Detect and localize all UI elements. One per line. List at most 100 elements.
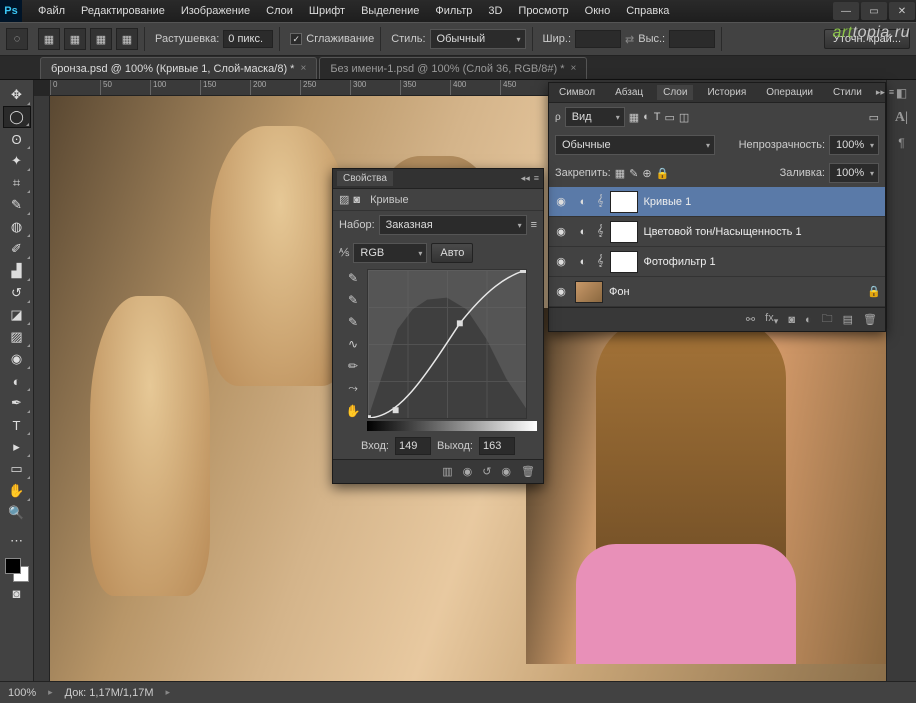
curves-smooth-icon[interactable]: ⤳ [348,381,358,396]
menu-view[interactable]: Просмотр [510,0,576,22]
crop-tool[interactable]: ⌗ [3,172,31,194]
menu-layers[interactable]: Слои [258,0,301,22]
layers-panel[interactable]: Символ Абзац Слои История Операции Стили… [548,82,886,332]
color-panel-icon[interactable]: ◧ [896,86,907,100]
dodge-tool[interactable]: ◐ [3,370,31,392]
filter-smart-icon[interactable]: ◫ [679,111,689,124]
layer-row[interactable]: ◉ ◐ 𝄞 Цветовой тон/Насыщенность 1 [549,217,885,247]
layer-row[interactable]: ◉ ◐ 𝄞 Кривые 1 [549,187,885,217]
doc-tab-2[interactable]: Без имени-1.psd @ 100% (Слой 36, RGB/8#)… [319,57,587,79]
lasso-tool[interactable]: ʘ [3,128,31,150]
collapse-icon[interactable]: ▸▸ [876,87,885,98]
layer-fx-icon[interactable]: fx▾ [765,312,778,327]
tab-history[interactable]: История [701,85,752,100]
new-group-icon[interactable]: 🗀 [822,310,833,329]
eyedropper-white-icon[interactable]: ✎ [348,315,358,329]
delete-adjustment-icon[interactable]: 🗑 [521,465,535,478]
panel-menu-icon[interactable]: ≡ [889,87,894,98]
close-icon[interactable]: × [571,63,577,74]
eyedropper-tool[interactable]: ✎ [3,194,31,216]
swap-icon[interactable]: ⇄ [625,33,634,46]
chevron-right-icon[interactable]: ▸ [48,687,53,698]
clip-to-layer-icon[interactable]: ▥ [442,465,452,478]
lock-position-icon[interactable]: ⊕ [642,167,651,180]
filter-type-icon[interactable]: T [654,111,661,123]
layer-name[interactable]: Фотофильтр 1 [644,256,716,268]
menu-type[interactable]: Шрифт [301,0,353,22]
paragraph-panel-icon[interactable]: ¶ [898,136,904,150]
magic-wand-tool[interactable]: ✦ [3,150,31,172]
layer-mask-thumb[interactable] [610,191,638,213]
quick-mask-toggle[interactable]: ◙ [3,582,31,604]
menu-3d[interactable]: 3D [480,0,510,22]
chevron-right-icon[interactable]: ▸ [166,687,171,698]
auto-button[interactable]: Авто [431,243,473,263]
menu-window[interactable]: Окно [577,0,619,22]
type-tool[interactable]: T [3,414,31,436]
selection-new-icon[interactable]: ▦ [38,28,60,50]
layer-kind-select[interactable]: Вид▾ [565,107,625,127]
delete-layer-icon[interactable]: 🗑 [863,313,877,326]
menu-select[interactable]: Выделение [353,0,427,22]
layer-row[interactable]: ◉ Фон 🔒 [549,277,885,307]
history-brush-tool[interactable]: ↺ [3,282,31,304]
style-select[interactable]: Обычный▾ [430,29,526,49]
view-previous-icon[interactable]: ◉ [463,465,473,478]
shape-tool[interactable]: ▭ [3,458,31,480]
collapse-icon[interactable]: ◂◂ [521,173,530,184]
layer-mask-thumb[interactable] [610,251,638,273]
mask-icon[interactable]: ◙ [353,194,360,206]
pen-tool[interactable]: ✒ [3,392,31,414]
lock-transparent-icon[interactable]: ▦ [615,167,625,180]
layer-mask-thumb[interactable] [610,221,638,243]
gradient-tool[interactable]: ▨ [3,326,31,348]
healing-tool[interactable]: ◍ [3,216,31,238]
doc-tab-1[interactable]: бронза.psd @ 100% (Кривые 1, Слой-маска/… [40,57,317,79]
tool-preset-picker[interactable]: ◌ [6,28,28,50]
curves-edit-icon[interactable]: ∿ [348,337,358,351]
menu-file[interactable]: Файл [30,0,73,22]
visibility-toggle[interactable]: ◉ [553,225,569,238]
eyedropper-gray-icon[interactable]: ✎ [348,293,358,307]
preset-menu-icon[interactable]: ≡ [531,219,537,231]
selection-add-icon[interactable]: ▦ [64,28,86,50]
layer-name[interactable]: Цветовой тон/Насыщенность 1 [644,226,802,238]
stamp-tool[interactable]: ▟ [3,260,31,282]
lock-paint-icon[interactable]: ✎ [629,167,638,180]
antialias-checkbox[interactable]: ✓ [290,33,302,45]
zoom-level[interactable]: 100% [8,687,36,699]
close-button[interactable]: ✕ [889,2,915,20]
new-adjustment-icon[interactable]: ◐ [805,314,812,326]
curves-input-value[interactable] [395,437,431,455]
layer-name[interactable]: Кривые 1 [644,196,692,208]
curves-output-value[interactable] [479,437,515,455]
new-layer-icon[interactable]: ▤ [843,313,853,326]
tab-styles[interactable]: Стили [827,85,868,100]
curves-graph[interactable] [367,269,527,419]
close-icon[interactable]: × [300,63,306,74]
hand-icon[interactable]: ✋ [346,404,361,418]
filter-pixel-icon[interactable]: ▦ [629,111,639,124]
input-gradient[interactable] [367,421,537,431]
properties-panel[interactable]: Свойства ◂◂≡ ▨ ◙ Кривые Набор: Заказная▾… [332,168,544,484]
eyedropper-black-icon[interactable]: ✎ [348,271,358,285]
move-tool[interactable]: ✥ [3,84,31,106]
add-mask-icon[interactable]: ◙ [788,314,795,326]
channel-select[interactable]: RGB▾ [353,243,427,263]
hand-tool[interactable]: ✋ [3,480,31,502]
lock-all-icon[interactable]: 🔒 [656,167,670,180]
eraser-tool[interactable]: ◪ [3,304,31,326]
link-layers-icon[interactable]: ⚯ [746,313,755,326]
character-panel-icon[interactable]: A| [895,110,908,126]
zoom-tool[interactable]: 🔍 [3,502,31,524]
visibility-toggle[interactable]: ◉ [553,285,569,298]
visibility-toggle[interactable]: ◉ [553,195,569,208]
preset-select[interactable]: Заказная▾ [379,215,527,235]
maximize-button[interactable]: ▭ [861,2,887,20]
menu-edit[interactable]: Редактирование [73,0,173,22]
curves-pencil-icon[interactable]: ✏ [348,359,358,373]
filter-toggle[interactable]: ▭ [869,111,879,124]
filter-adjust-icon[interactable]: ◐ [643,111,650,123]
brush-tool[interactable]: ✐ [3,238,31,260]
color-swatches[interactable] [5,558,29,582]
